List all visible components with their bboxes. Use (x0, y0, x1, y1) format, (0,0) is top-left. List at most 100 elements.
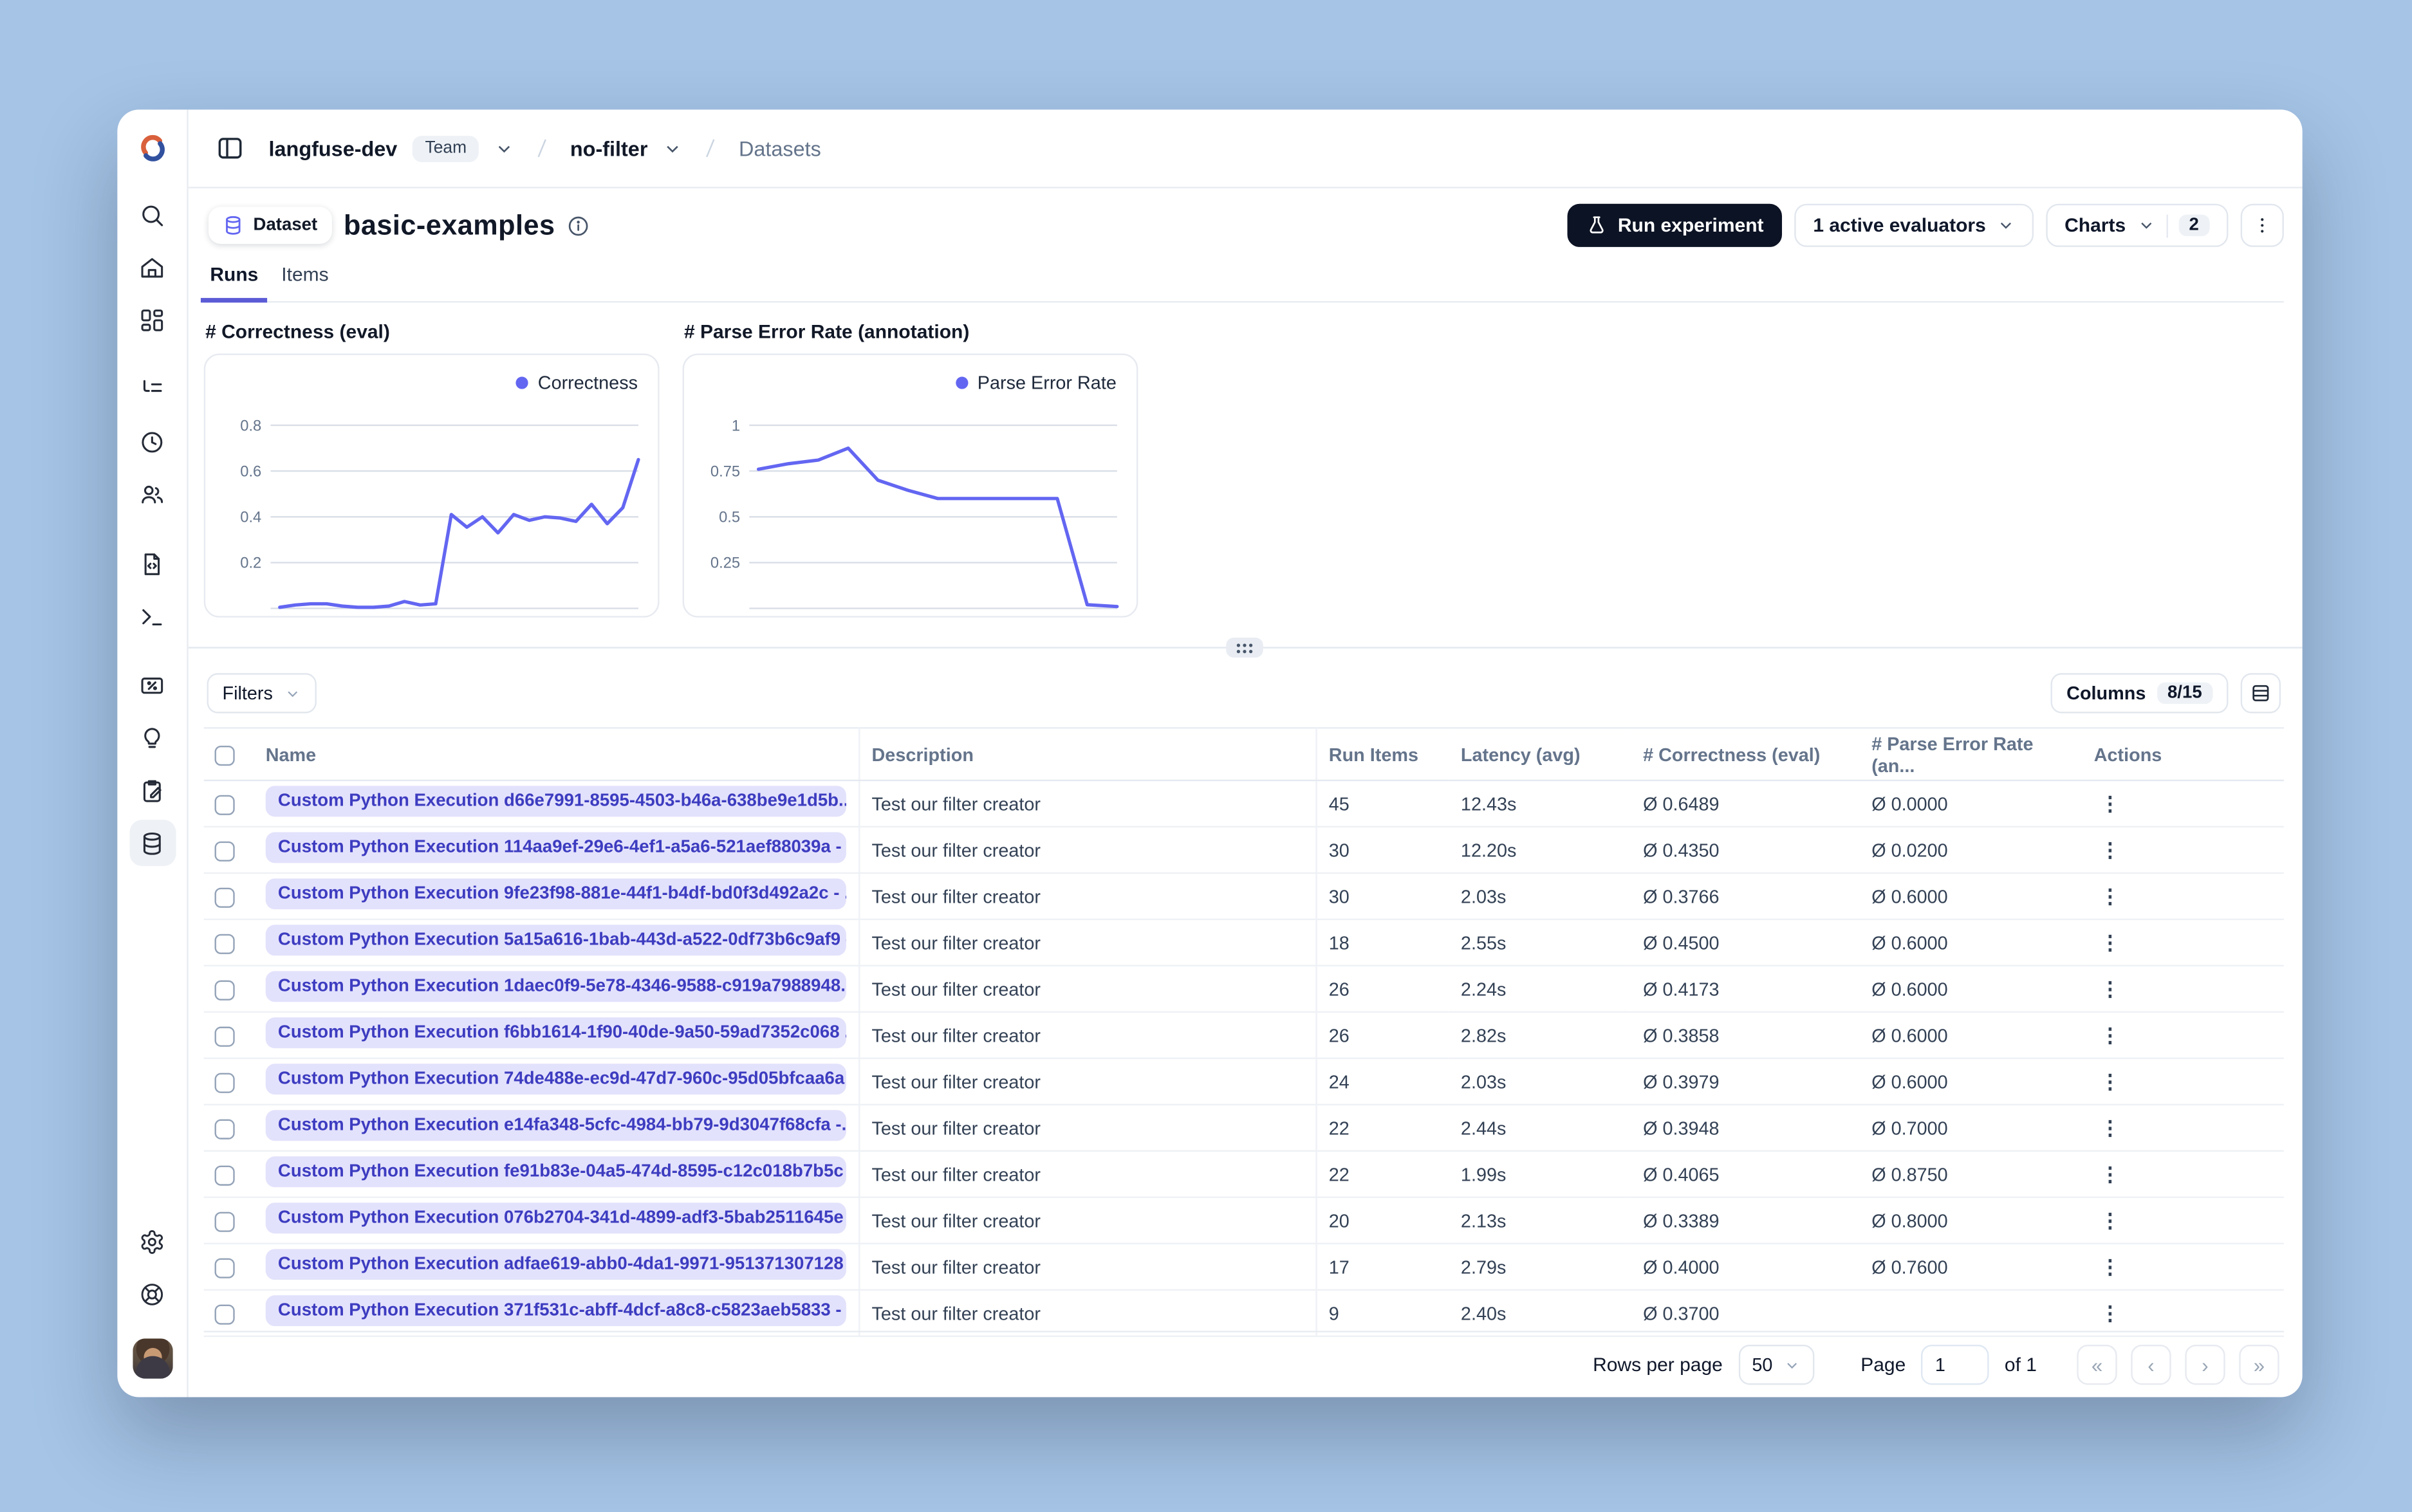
run-items: 30 (1315, 826, 1449, 874)
table-row[interactable]: Custom Python Execution 076b2704-341d-48… (203, 1197, 2284, 1244)
row-checkbox[interactable] (214, 794, 235, 815)
run-name-link[interactable]: Custom Python Execution d66e7991-8595-45… (265, 786, 846, 817)
row-actions-button[interactable]: ⋮ (2094, 1301, 2128, 1324)
row-actions-button[interactable]: ⋮ (2094, 1069, 2128, 1093)
workspace-name[interactable]: langfuse-dev (269, 136, 398, 160)
table-row[interactable]: Custom Python Execution 9fe23f98-881e-44… (203, 872, 2284, 921)
row-actions-button[interactable]: ⋮ (2094, 1162, 2128, 1185)
first-page-button[interactable]: « (2077, 1344, 2117, 1385)
table-row[interactable]: Custom Python Execution fe91b83e-04a5-47… (203, 1150, 2284, 1199)
prompts-icon[interactable] (129, 540, 175, 587)
search-icon[interactable] (129, 192, 175, 238)
info-icon[interactable] (568, 214, 591, 237)
run-name-link[interactable]: Custom Python Execution 1daec0f9-5e78-43… (265, 971, 846, 1002)
run-name-link[interactable]: Custom Python Execution f6bb1614-1f90-40… (265, 1017, 846, 1049)
column-header-latency[interactable]: Latency (avg) (1448, 727, 1631, 782)
sessions-icon[interactable] (129, 418, 175, 465)
sidebar-toggle-icon[interactable] (216, 134, 244, 162)
run-name-link[interactable]: Custom Python Execution 5a15a616-1bab-44… (265, 925, 846, 956)
more-actions-button[interactable] (2240, 203, 2284, 247)
tab-runs[interactable]: Runs (200, 261, 268, 303)
row-actions-button[interactable]: ⋮ (2094, 1116, 2128, 1139)
row-checkbox[interactable] (214, 887, 235, 908)
last-page-button[interactable]: » (2239, 1344, 2279, 1385)
row-actions-button[interactable]: ⋮ (2094, 930, 2128, 954)
run-experiment-button[interactable]: Run experiment (1566, 203, 1783, 247)
tab-items[interactable]: Items (281, 261, 328, 301)
row-actions-button[interactable]: ⋮ (2094, 884, 2128, 907)
resize-grip-handle[interactable] (1225, 637, 1263, 658)
row-actions-button[interactable]: ⋮ (2094, 1208, 2128, 1231)
run-name-link[interactable]: Custom Python Execution 371f531c-abff-4d… (265, 1295, 846, 1327)
row-actions-button[interactable]: ⋮ (2094, 791, 2128, 815)
home-icon[interactable] (129, 244, 175, 290)
active-evaluators-button[interactable]: 1 active evaluators (1794, 203, 2034, 247)
table-row[interactable]: Custom Python Execution adfae619-abb0-4d… (203, 1243, 2284, 1291)
column-header-correctness[interactable]: # Correctness (eval) (1630, 727, 1859, 782)
table-row[interactable]: Custom Python Execution e14fa348-5cfc-49… (203, 1104, 2284, 1152)
table-row[interactable]: Custom Python Execution 74de488e-ec9d-47… (203, 1058, 2284, 1106)
row-checkbox[interactable] (214, 840, 235, 862)
chevron-down-icon (2000, 222, 2011, 229)
row-height-button[interactable] (2240, 673, 2281, 714)
chevron-down-icon[interactable] (663, 138, 683, 158)
select-all-checkbox[interactable] (214, 745, 235, 766)
run-name-link[interactable]: Custom Python Execution 74de488e-ec9d-47… (265, 1064, 846, 1095)
table-row[interactable]: Custom Python Execution f6bb1614-1f90-40… (203, 1011, 2284, 1060)
table-row[interactable]: Custom Python Execution 1daec0f9-5e78-43… (203, 965, 2284, 1013)
run-latency: 2.55s (1448, 919, 1631, 967)
user-avatar[interactable] (132, 1338, 172, 1379)
run-name-link[interactable]: Custom Python Execution 9fe23f98-881e-44… (265, 878, 846, 910)
next-page-button[interactable]: › (2185, 1344, 2225, 1385)
annotation-icon[interactable] (129, 768, 175, 814)
dashboard-icon[interactable] (129, 297, 175, 343)
columns-button[interactable]: Columns 8/15 (2051, 673, 2229, 714)
page-of-label: of 1 (2004, 1354, 2037, 1376)
settings-icon[interactable] (129, 1218, 175, 1264)
table-row[interactable]: Custom Python Execution 5a15a616-1bab-44… (203, 919, 2284, 967)
row-checkbox[interactable] (214, 1211, 235, 1231)
playground-icon[interactable] (129, 593, 175, 639)
tracing-icon[interactable] (129, 366, 175, 412)
breadcrumb-section[interactable]: Datasets (739, 136, 821, 160)
chevron-down-icon[interactable] (494, 138, 514, 158)
row-actions-button[interactable]: ⋮ (2094, 838, 2128, 861)
row-actions-button[interactable]: ⋮ (2094, 1255, 2128, 1278)
rows-per-page-select[interactable]: 50 (1738, 1344, 1815, 1385)
table-row[interactable]: Custom Python Execution 371f531c-abff-4d… (203, 1289, 2284, 1337)
run-name-link[interactable]: Custom Python Execution adfae619-abb0-4d… (265, 1249, 846, 1280)
datasets-icon[interactable] (129, 820, 176, 867)
filters-button[interactable]: Filters (207, 673, 317, 714)
insights-icon[interactable] (129, 715, 175, 761)
charts-toggle-button[interactable]: Charts 2 (2046, 203, 2229, 247)
project-name[interactable]: no-filter (570, 136, 648, 160)
row-checkbox[interactable] (214, 1118, 235, 1139)
run-name-link[interactable]: Custom Python Execution 076b2704-341d-48… (265, 1203, 846, 1234)
support-icon[interactable] (129, 1271, 175, 1317)
run-name-link[interactable]: Custom Python Execution fe91b83e-04a5-47… (265, 1156, 846, 1188)
column-header-actions: Actions (2081, 727, 2284, 782)
run-name-link[interactable]: Custom Python Execution e14fa348-5cfc-49… (265, 1110, 846, 1141)
evaluation-icon[interactable] (129, 662, 175, 708)
row-checkbox[interactable] (214, 979, 235, 1000)
run-name-link[interactable]: Custom Python Execution 114aa9ef-29e6-4e… (265, 832, 846, 863)
row-actions-button[interactable]: ⋮ (2094, 1023, 2128, 1046)
run-items: 22 (1315, 1150, 1449, 1199)
row-checkbox[interactable] (214, 1072, 235, 1093)
row-checkbox[interactable] (214, 1304, 235, 1324)
column-header-description[interactable]: Description (858, 727, 1317, 782)
row-checkbox[interactable] (214, 1165, 235, 1185)
table-row[interactable]: Custom Python Execution d66e7991-8595-45… (203, 780, 2284, 828)
column-header-name[interactable]: Name (253, 727, 860, 782)
previous-page-button[interactable]: ‹ (2131, 1344, 2171, 1385)
column-header-parse-error-rate[interactable]: # Parse Error Rate (an... (1859, 727, 2082, 782)
users-icon[interactable] (129, 471, 175, 517)
run-parse-error-rate: Ø 0.8000 (1859, 1197, 2082, 1244)
row-checkbox[interactable] (214, 1257, 235, 1278)
row-checkbox[interactable] (214, 1026, 235, 1047)
column-header-run-items[interactable]: Run Items (1315, 727, 1449, 782)
table-row[interactable]: Custom Python Execution 114aa9ef-29e6-4e… (203, 826, 2284, 874)
page-input[interactable] (1921, 1344, 1989, 1385)
row-checkbox[interactable] (214, 933, 235, 954)
row-actions-button[interactable]: ⋮ (2094, 977, 2128, 1000)
